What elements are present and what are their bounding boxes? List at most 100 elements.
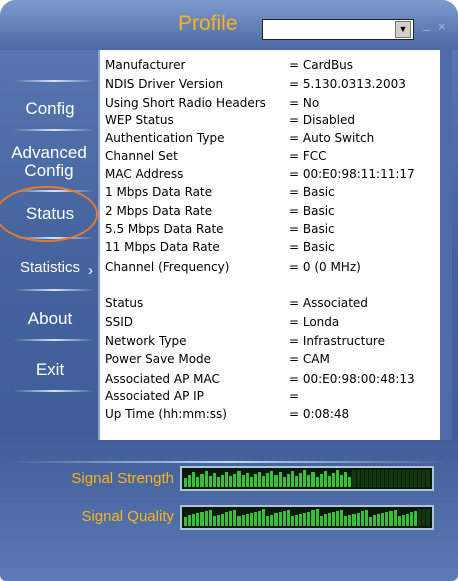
meter-bar [368,516,373,526]
meter-bar [249,512,253,526]
status-label: 5.5 Mbps Data Rate [105,222,224,236]
meter-bar [344,516,348,526]
status-value: = Auto Switch [289,131,375,145]
meter-bar [401,514,405,526]
meter-bar [352,470,356,487]
meter-bar [188,474,192,487]
meter-bar [385,470,389,487]
meter-bar [270,470,274,487]
meter-bar [389,510,393,526]
meter-bar [253,474,257,487]
meter-bar [426,509,430,526]
meter-bar [360,511,364,526]
status-label: Channel (Frequency) [105,260,230,274]
meter-bar [385,511,389,526]
meter-bar [340,509,344,526]
sidebar-divider [14,129,94,131]
meter-bar [319,515,323,526]
status-label: 1 Mbps Data Rate [105,185,213,199]
status-row: 1 Mbps Data Rate = Basic [105,185,335,199]
meter-bar [274,513,278,526]
signal-quality-bars [184,509,430,526]
sidebar-item-statistics[interactable]: Statistics [0,259,100,277]
meter-bar [290,516,294,526]
status-label: Network Type [105,334,187,348]
meter-bar [257,510,262,526]
meter-bar [364,470,368,487]
panel-scrollbar[interactable] [440,50,452,440]
meter-bar [303,470,307,487]
meter-bar [212,515,216,526]
title-bar: Profile ▼ – × [0,0,458,50]
chevron-down-icon[interactable]: ▼ [395,21,411,38]
sidebar-item-exit[interactable]: Exit [0,361,100,379]
meter-bar [389,470,393,487]
status-label: Associated AP IP [105,389,204,403]
meter-bar [245,514,249,526]
meter-bar [208,475,212,487]
meter-bar [262,509,266,526]
meter-bar [422,470,426,487]
meter-bar [192,471,196,487]
meter-bar [323,471,327,487]
status-row: Status = Associated [105,296,368,310]
meter-bar [188,515,192,526]
status-value: = FCC [289,149,327,163]
meter-bar [184,477,188,487]
meter-bar [418,509,422,526]
status-row: Authentication Type = Auto Switch [105,131,374,145]
meter-bar [294,515,299,526]
meter-bar [290,471,294,487]
status-label: Power Save Mode [105,352,212,366]
meter-bar [216,514,220,526]
app-window: Profile ▼ – × Config Advanced Config Sta… [0,0,458,581]
sidebar-item-advanced-config[interactable]: Advanced Config [0,144,98,180]
status-label: Manufacturer [105,58,186,72]
status-row: Manufacturer = CardBus [105,58,353,72]
sidebar-divider [14,80,94,82]
meter-bar [257,471,262,487]
meter-bar [368,470,373,487]
status-value: = Basic [289,204,335,218]
meter-bar [282,511,286,526]
meter-bar [405,470,410,487]
meter-bar [373,470,377,487]
meter-bar [253,511,257,526]
meter-bar [311,510,315,526]
meter-bar [393,509,397,526]
status-value: = Infrastructure [289,334,385,348]
meter-bar [216,477,220,487]
meter-bar [348,476,352,487]
meter-bar [315,509,319,526]
meter-bar [241,475,245,487]
meter-bar [200,511,204,526]
status-value: = 0 (0 MHz) [289,260,361,274]
status-panel: Manufacturer = CardBus NDIS Driver Versio… [98,50,442,440]
profile-dropdown[interactable]: ▼ [262,19,414,40]
status-label: WEP Status [105,113,174,127]
meter-bar [323,514,327,526]
sidebar-item-config[interactable]: Config [0,100,100,118]
meter-bar [381,470,385,487]
meter-bar [241,515,245,526]
close-icon[interactable]: × [438,19,446,34]
status-value: = Basic [289,240,335,254]
sidebar-item-about[interactable]: About [0,310,100,328]
meter-bar [397,515,401,526]
sidebar-divider [14,289,94,291]
status-value: = No [289,96,320,110]
minimize-icon[interactable]: – [423,22,430,37]
status-value: = CardBus [289,58,354,72]
meter-bar [319,474,323,487]
meter-bar [249,477,253,487]
meter-bar [204,510,208,526]
status-row: Up Time (hh:mm:ss) = 0:08:48 [105,407,349,421]
status-value: = 00:E0:98:00:48:13 [289,372,415,386]
signal-quality-meter [180,505,434,530]
status-value: = CAM [289,352,330,366]
chevron-right-icon: › [88,262,93,279]
meter-bar [299,513,303,526]
meter-bar [286,509,290,526]
meter-bar [397,470,401,487]
meter-bar [364,510,368,526]
